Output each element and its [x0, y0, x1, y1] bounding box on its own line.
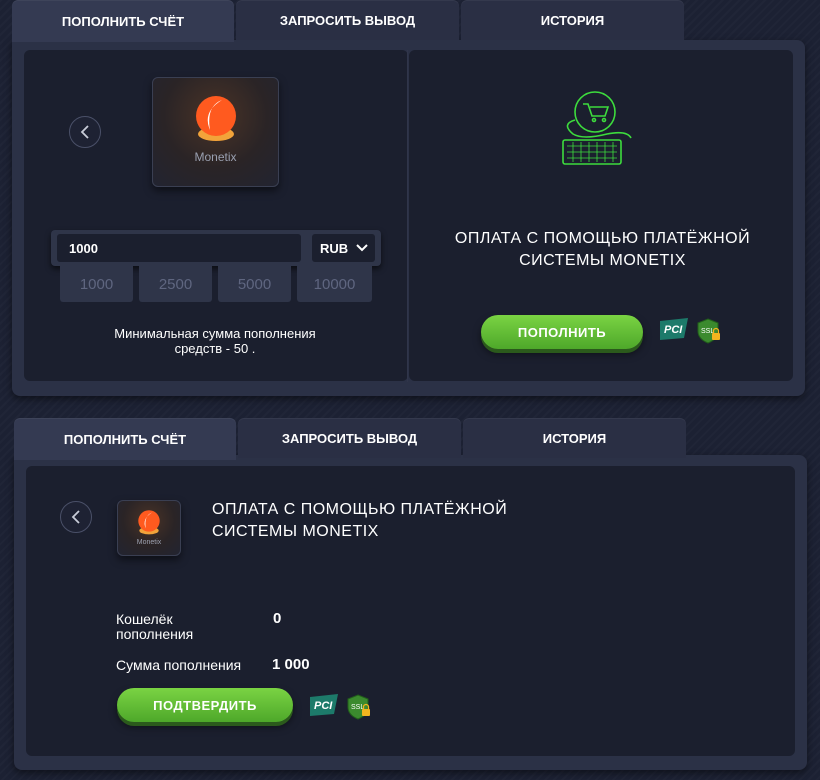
- back-button[interactable]: [69, 116, 101, 148]
- provider-card[interactable]: Monetix: [152, 77, 279, 187]
- provider-card-small: Monetix: [117, 500, 181, 556]
- preset-amount-10000[interactable]: 10000: [297, 266, 372, 302]
- svg-text:PCI: PCI: [664, 324, 683, 336]
- wallet-label: Кошелёк пополнения: [116, 611, 194, 642]
- amount-value: 1 000: [272, 656, 310, 673]
- amount-label: Сумма пополнения: [116, 657, 242, 673]
- ssl-badge: SSL: [697, 318, 721, 349]
- pci-icon: PCI: [660, 318, 688, 340]
- chevron-left-icon: [80, 125, 89, 139]
- preset-amount-5000[interactable]: 5000: [218, 266, 291, 302]
- confirm-title: ОПЛАТА С ПОМОЩЬЮ ПЛАТЁЖНОЙ СИСТЕМЫ MONET…: [212, 501, 508, 540]
- section-divider: [407, 50, 408, 382]
- amount-input[interactable]: 1000: [57, 234, 301, 262]
- chevron-down-icon: [356, 244, 368, 252]
- ssl-shield-icon: SSL: [697, 318, 720, 344]
- tab-deposit[interactable]: ПОПОЛНИТЬ СЧЁТ: [12, 0, 234, 42]
- monetix-logo-icon: [138, 510, 160, 535]
- pci-badge-2: PCI: [310, 694, 340, 721]
- wallet-value: 0: [273, 610, 282, 627]
- ssl-shield-icon: SSL: [347, 694, 370, 720]
- pci-badge: PCI: [660, 318, 690, 345]
- tab-withdraw-2[interactable]: ЗАПРОСИТЬ ВЫВОД: [238, 418, 461, 458]
- preset-amount-1000[interactable]: 1000: [60, 266, 133, 302]
- confirm-button[interactable]: ПОДТВЕРДИТЬ: [117, 688, 293, 722]
- pci-icon: PCI: [310, 694, 338, 716]
- amount-row: 1000 RUB: [51, 230, 381, 266]
- provider-name-small: Monetix: [136, 539, 162, 546]
- deposit-submit-button[interactable]: ПОПОЛНИТЬ: [481, 315, 643, 349]
- tab-history-2[interactable]: ИСТОРИЯ: [463, 418, 686, 458]
- svg-text:PCI: PCI: [314, 700, 333, 712]
- chevron-left-icon: [71, 510, 80, 524]
- tab-history[interactable]: ИСТОРИЯ: [461, 0, 684, 40]
- minimum-amount-note: Минимальная сумма пополнения средств - 5…: [114, 326, 316, 356]
- tab-withdraw[interactable]: ЗАПРОСИТЬ ВЫВОД: [236, 0, 459, 40]
- tab-deposit-2[interactable]: ПОПОЛНИТЬ СЧЁТ: [14, 418, 236, 460]
- provider-name: Monetix: [194, 150, 237, 164]
- ssl-badge-2: SSL: [347, 694, 371, 725]
- currency-value: RUB: [320, 240, 349, 256]
- currency-select[interactable]: RUB: [312, 234, 375, 262]
- preset-amount-2500[interactable]: 2500: [139, 266, 212, 302]
- monetix-logo-icon: [195, 96, 236, 141]
- deposit-title: ОПЛАТА С ПОМОЩЬЮ ПЛАТЁЖНОЙ СИСТЕМЫ MONET…: [454, 230, 751, 269]
- cart-keyboard-icon: [562, 91, 632, 165]
- back-button-2[interactable]: [60, 501, 92, 533]
